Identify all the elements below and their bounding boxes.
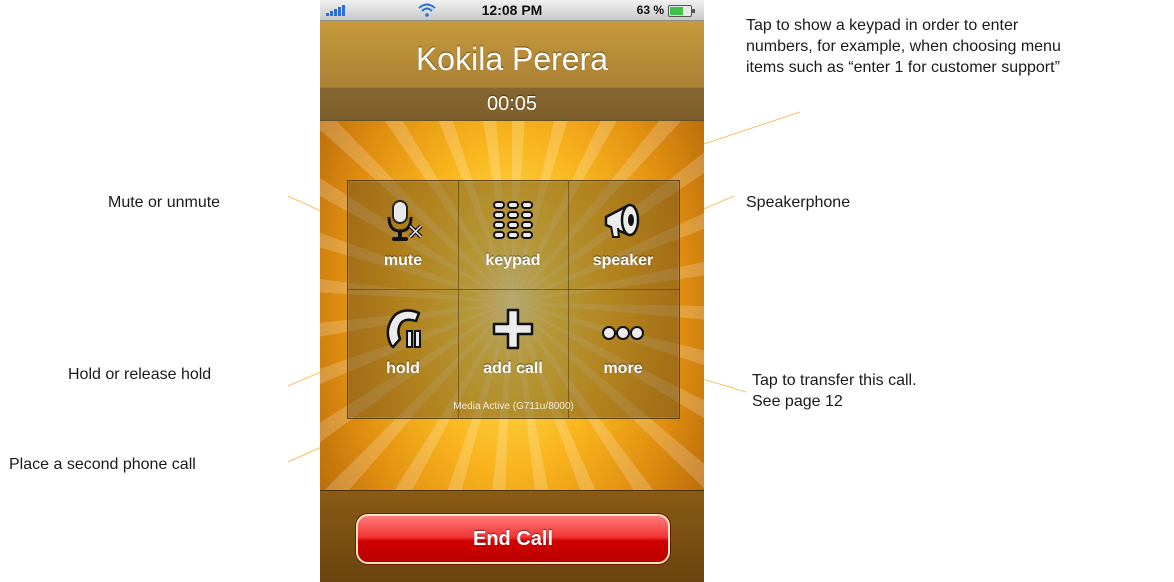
more-icon — [602, 326, 644, 340]
keypad-annotation: Tap to show a keypad in order to enter n… — [746, 15, 1061, 78]
speaker-annotation: Speakerphone — [746, 194, 851, 211]
phone-screen: 12:08 PM 63 % Kokila Perera 00:05 mute k… — [320, 0, 704, 582]
end-call-button[interactable]: End Call — [356, 514, 670, 564]
more-label: more — [603, 360, 643, 377]
call-header: Kokila Perera 00:05 — [320, 21, 704, 121]
mute-icon — [387, 200, 423, 241]
keypad-label: keypad — [485, 252, 541, 269]
battery-percentage: 63 % — [636, 3, 664, 17]
more-annotation-line-1: Tap to transfer this call. — [752, 372, 917, 389]
add-call-button[interactable]: add call — [458, 289, 568, 397]
more-button[interactable]: more — [568, 289, 678, 397]
keypad-icon — [493, 201, 533, 239]
speaker-label: speaker — [592, 252, 654, 269]
media-status: Media Active (G711u/8000) — [453, 401, 574, 412]
status-bar: 12:08 PM 63 % — [320, 0, 704, 21]
add-call-icon — [492, 308, 534, 350]
more-annotation-line-2: See page 12 — [752, 393, 843, 410]
duration-bar: 00:05 — [320, 87, 704, 121]
call-controls-panel: mute keypad speaker hold add call more M… — [347, 180, 680, 419]
more-annotation: Tap to transfer this call. See page 12 — [752, 370, 917, 412]
hold-button[interactable]: hold — [348, 289, 458, 397]
battery-icon — [668, 5, 695, 17]
battery-level-fill — [670, 7, 683, 15]
keypad-annotation-line-2: numbers, for example, when choosing menu — [746, 38, 1061, 55]
hold-label: hold — [386, 360, 420, 377]
keypad-annotation-line-3: items such as “enter 1 for customer supp… — [746, 59, 1060, 76]
speaker-icon — [604, 203, 640, 238]
caller-name: Kokila Perera — [415, 41, 609, 77]
keypad-annotation-line-1: Tap to show a keypad in order to enter — [746, 17, 1019, 34]
call-duration: 00:05 — [486, 93, 538, 115]
hold-annotation: Hold or release hold — [68, 366, 212, 383]
mute-button[interactable]: mute — [348, 181, 458, 289]
speaker-button[interactable]: speaker — [568, 181, 678, 289]
call-footer: End Call — [320, 490, 704, 582]
mute-annotation: Mute or unmute — [108, 194, 221, 211]
mute-label: mute — [383, 252, 423, 269]
hold-icon — [386, 309, 421, 349]
add-call-label: add call — [483, 360, 543, 377]
add-call-annotation: Place a second phone call — [9, 456, 196, 473]
keypad-button[interactable]: keypad — [458, 181, 568, 289]
